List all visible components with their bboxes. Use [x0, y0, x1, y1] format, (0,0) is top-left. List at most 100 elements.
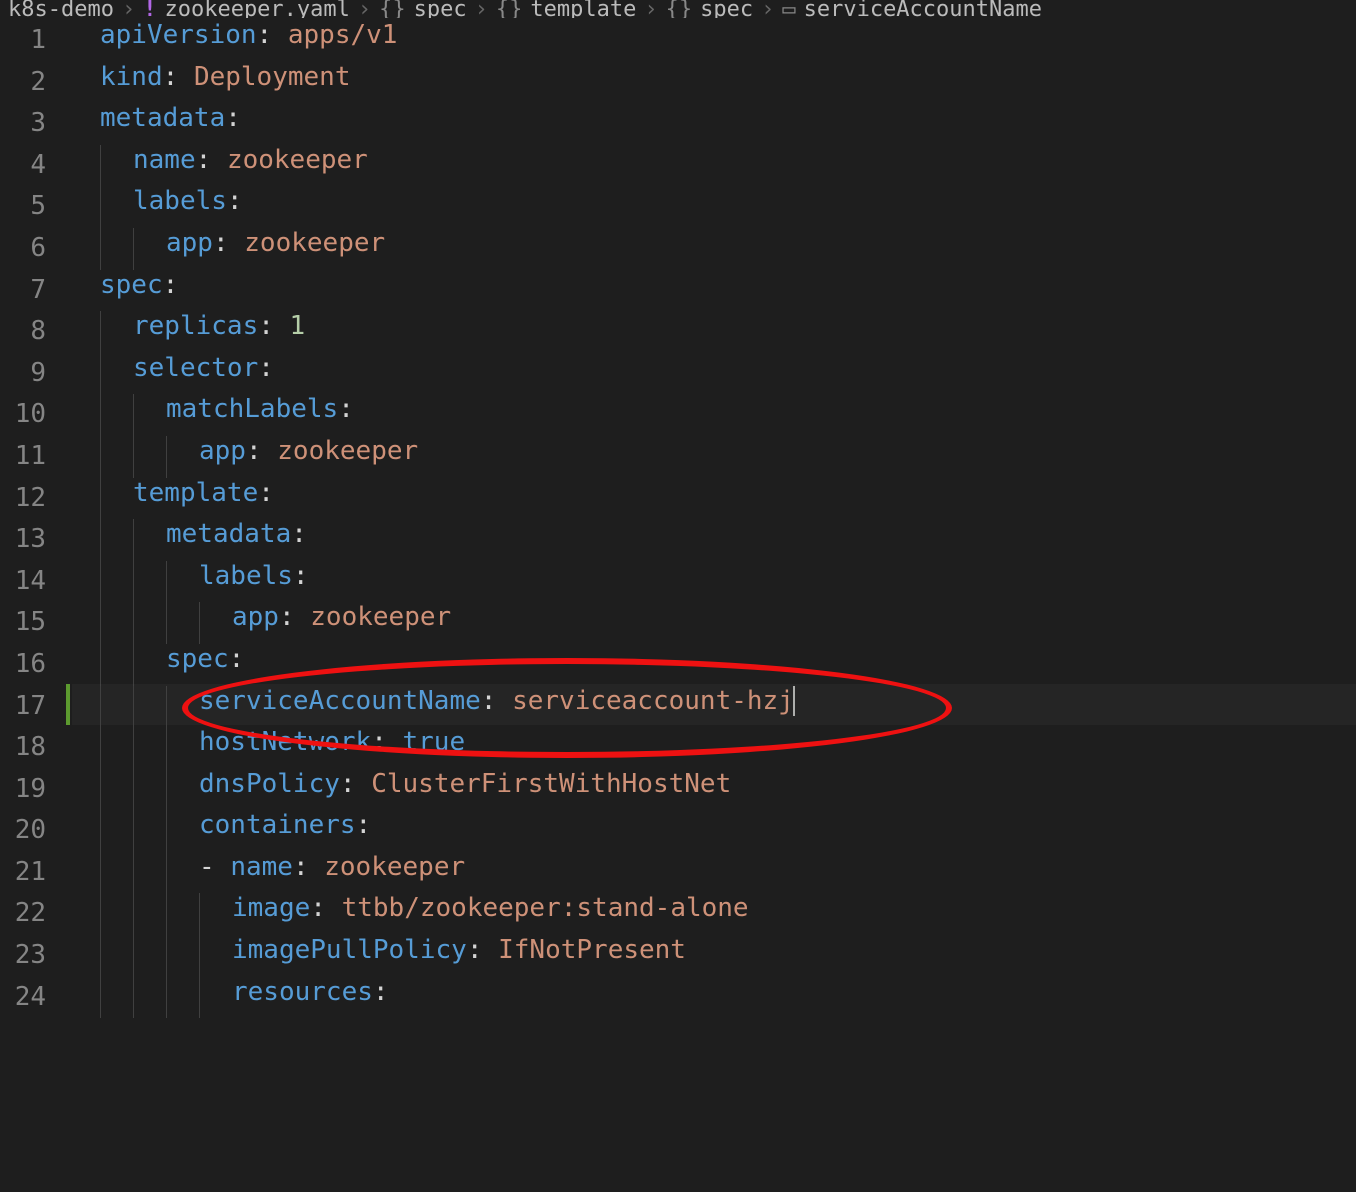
code-line[interactable]: - name: zookeeper: [72, 852, 1356, 894]
code-line[interactable]: apiVersion: apps/v1: [72, 20, 1356, 62]
token-punct: :: [227, 186, 243, 216]
code-content[interactable]: apiVersion: apps/v1kind: Deploymentmetad…: [72, 18, 1356, 1192]
indent-guide: [100, 519, 101, 561]
object-icon: {}: [496, 0, 523, 18]
token-key: replicas: [133, 311, 258, 341]
token-key: selector: [133, 353, 258, 383]
code-line[interactable]: resources:: [72, 977, 1356, 1019]
indent-guide: [100, 394, 101, 436]
indent-guide: [100, 561, 101, 603]
breadcrumb-item[interactable]: serviceAccountName: [804, 0, 1042, 18]
token-bool: true: [403, 727, 466, 757]
indent-guide: [100, 186, 101, 228]
chevron-right-icon: ›: [358, 0, 371, 18]
code-line[interactable]: containers:: [72, 810, 1356, 852]
indent-guide: [133, 977, 134, 1019]
code-line[interactable]: serviceAccountName: serviceaccount-hzj: [72, 686, 1356, 728]
token-punct: :: [291, 519, 307, 549]
token-key: labels: [133, 186, 227, 216]
indent-guide: [100, 686, 101, 728]
token-punct: :: [340, 769, 371, 799]
token-punct: :: [310, 893, 341, 923]
breadcrumb[interactable]: k8s-demo › ! zookeeper.yaml › {} spec › …: [0, 0, 1356, 18]
indent-guide: [100, 935, 101, 977]
code-line[interactable]: imagePullPolicy: IfNotPresent: [72, 935, 1356, 977]
line-number: 8: [0, 311, 46, 353]
token-punct: :: [293, 852, 324, 882]
indent-guide: [133, 519, 134, 561]
breadcrumb-item[interactable]: spec: [700, 0, 753, 18]
token-punct: :: [258, 311, 289, 341]
code-line[interactable]: app: zookeeper: [72, 228, 1356, 270]
code-line[interactable]: replicas: 1: [72, 311, 1356, 353]
line-number: 12: [0, 478, 46, 520]
code-line[interactable]: name: zookeeper: [72, 145, 1356, 187]
token-punct: :: [481, 686, 512, 716]
indent-guide: [166, 935, 167, 977]
indent-guide: [166, 893, 167, 935]
token-str: zookeeper: [277, 436, 418, 466]
token-str: apps/v1: [288, 20, 398, 50]
code-line[interactable]: metadata:: [72, 103, 1356, 145]
line-number: 11: [0, 436, 46, 478]
indent-guide: [100, 852, 101, 894]
indent-guide: [133, 602, 134, 644]
token-punct: :: [373, 977, 389, 1007]
breadcrumb-item[interactable]: zookeeper.yaml: [164, 0, 349, 18]
line-number: 15: [0, 602, 46, 644]
token-punct: :: [258, 353, 274, 383]
code-line[interactable]: matchLabels:: [72, 394, 1356, 436]
chevron-right-icon: ›: [475, 0, 488, 18]
token-str: zookeeper: [310, 602, 451, 632]
token-key: metadata: [166, 519, 291, 549]
code-line[interactable]: image: ttbb/zookeeper:stand-alone: [72, 893, 1356, 935]
token-str: serviceaccount-hzj: [512, 686, 794, 716]
code-editor[interactable]: 123456789101112131415161718192021222324 …: [0, 18, 1356, 1192]
token-key: spec: [100, 270, 163, 300]
code-line[interactable]: spec:: [72, 270, 1356, 312]
breadcrumb-item[interactable]: k8s-demo: [8, 0, 114, 18]
code-line[interactable]: kind: Deployment: [72, 62, 1356, 104]
token-str: ttbb/zookeeper:stand-alone: [342, 893, 749, 923]
line-number: 7: [0, 270, 46, 312]
code-line[interactable]: template:: [72, 478, 1356, 520]
line-number: 20: [0, 810, 46, 852]
code-line[interactable]: app: zookeeper: [72, 602, 1356, 644]
token-key: template: [133, 478, 258, 508]
indent-guide: [133, 436, 134, 478]
line-number: 16: [0, 644, 46, 686]
code-line[interactable]: dnsPolicy: ClusterFirstWithHostNet: [72, 769, 1356, 811]
indent-guide: [100, 436, 101, 478]
token-key: kind: [100, 62, 163, 92]
indent-guide: [133, 727, 134, 769]
code-line[interactable]: hostNetwork: true: [72, 727, 1356, 769]
token-key: apiVersion: [100, 20, 257, 50]
token-key: app: [232, 602, 279, 632]
line-number-gutter: 123456789101112131415161718192021222324: [0, 18, 72, 1192]
breadcrumb-item[interactable]: spec: [414, 0, 467, 18]
token-punct: :: [225, 103, 241, 133]
indent-guide: [133, 561, 134, 603]
token-str: IfNotPresent: [498, 935, 686, 965]
line-number: 5: [0, 186, 46, 228]
code-line[interactable]: app: zookeeper: [72, 436, 1356, 478]
token-punct: :: [258, 478, 274, 508]
indent-guide: [100, 478, 101, 520]
indent-guide: [166, 977, 167, 1019]
token-key: name: [230, 852, 293, 882]
string-icon: ▭: [782, 0, 795, 18]
indent-guide: [199, 977, 200, 1019]
code-line[interactable]: selector:: [72, 353, 1356, 395]
breadcrumb-item[interactable]: template: [530, 0, 636, 18]
token-key: spec: [166, 644, 229, 674]
line-number: 9: [0, 353, 46, 395]
token-punct: :: [246, 436, 277, 466]
indent-guide: [100, 727, 101, 769]
code-line[interactable]: labels:: [72, 561, 1356, 603]
indent-guide: [166, 561, 167, 603]
code-line[interactable]: metadata:: [72, 519, 1356, 561]
indent-guide: [166, 852, 167, 894]
code-line[interactable]: spec:: [72, 644, 1356, 686]
indent-guide: [133, 228, 134, 270]
code-line[interactable]: labels:: [72, 186, 1356, 228]
